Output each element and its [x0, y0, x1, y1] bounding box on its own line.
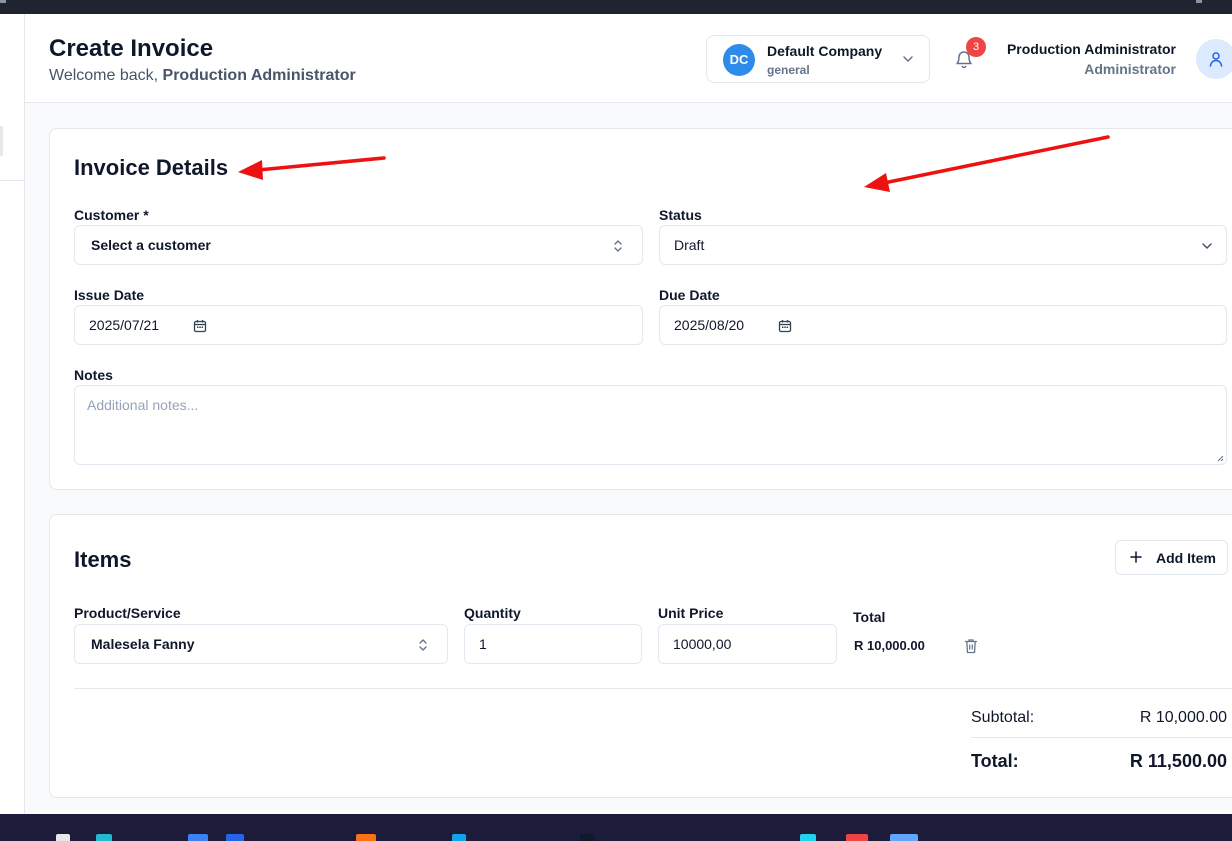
product-select[interactable]: Malesela Fanny: [74, 624, 448, 664]
quantity-value: 1: [479, 636, 487, 652]
plus-icon: [1130, 551, 1142, 563]
taskbar-app-icon[interactable]: [188, 834, 208, 841]
os-taskbar: [0, 814, 1232, 841]
taskbar-app-icon[interactable]: [96, 834, 112, 841]
total-value: R 11,500.00: [1129, 751, 1227, 771]
due-date-input[interactable]: 2025/08/20: [659, 305, 1227, 345]
notes-label: Notes: [74, 367, 113, 383]
unit-price-value: 10000,00: [673, 636, 732, 652]
status-label: Status: [659, 207, 702, 223]
col-quantity-header: Quantity: [464, 605, 521, 621]
chevron-up-down-icon: [419, 639, 427, 651]
taskbar-app-icon[interactable]: [226, 834, 244, 841]
page-header: Create Invoice Welcome back, Production …: [25, 14, 1232, 103]
company-subtitle: general: [767, 63, 810, 77]
taskbar-app-icon[interactable]: [846, 834, 868, 841]
items-card: Items Add Item Product/Service Quantity …: [49, 514, 1232, 798]
issue-date-input[interactable]: 2025/07/21: [74, 305, 643, 345]
invoice-details-title: Invoice Details: [74, 155, 229, 180]
summary-divider: [971, 737, 1232, 738]
notes-placeholder: Additional notes...: [87, 397, 199, 413]
customer-label: Customer *: [74, 207, 149, 223]
os-title-bar: [0, 0, 1232, 14]
taskbar-app-icon[interactable]: [56, 834, 70, 841]
items-title: Items: [74, 547, 132, 572]
company-name: Default Company: [767, 43, 883, 59]
welcome-user: Production Administrator: [162, 67, 356, 84]
add-item-button[interactable]: Add Item: [1115, 540, 1228, 575]
customer-select[interactable]: Select a customer: [74, 225, 643, 265]
invoice-details-card: Invoice Details Customer * Select a cust…: [49, 128, 1232, 490]
row-total-value: R 10,000.00: [854, 638, 925, 653]
os-titlebar-glyph: [1196, 0, 1202, 3]
add-item-label: Add Item: [1156, 550, 1216, 566]
status-select-value: Draft: [674, 237, 705, 253]
user-role: Administrator: [1084, 61, 1176, 77]
chevron-up-down-icon: [614, 240, 622, 252]
taskbar-app-icon[interactable]: [800, 834, 816, 841]
resize-grip-icon[interactable]: [1216, 454, 1224, 462]
calendar-icon[interactable]: [193, 319, 207, 333]
due-date-value: 2025/08/20: [674, 317, 745, 333]
sidebar-active-indicator[interactable]: [0, 126, 3, 156]
product-select-value: Malesela Fanny: [91, 636, 195, 652]
notification-badge: 3: [966, 37, 986, 57]
trash-icon[interactable]: [964, 638, 978, 654]
issue-date-value: 2025/07/21: [89, 317, 160, 333]
user-avatar[interactable]: [1196, 39, 1232, 79]
subtotal-label: Subtotal:: [971, 709, 1035, 726]
col-unit-price-header: Unit Price: [658, 605, 724, 621]
sidebar: [0, 14, 25, 814]
status-select[interactable]: Draft: [659, 225, 1227, 265]
due-date-label: Due Date: [659, 287, 720, 303]
page-title: Create Invoice: [49, 35, 214, 62]
user-icon: [1209, 52, 1223, 67]
customer-select-value: Select a customer: [91, 237, 211, 253]
total-label: Total:: [971, 751, 1019, 771]
notes-textarea[interactable]: Additional notes...: [74, 385, 1227, 465]
sidebar-divider: [0, 180, 25, 181]
company-switcher[interactable]: DC Default Company general: [706, 35, 930, 83]
company-avatar: DC: [723, 44, 755, 76]
summary-divider: [74, 688, 1232, 689]
os-titlebar-glyph: [0, 0, 6, 3]
subtotal-value: R 10,000.00: [1139, 709, 1227, 726]
col-total-header: Total: [853, 609, 886, 625]
unit-price-input[interactable]: 10000,00: [658, 624, 837, 664]
user-name: Production Administrator: [1006, 41, 1176, 57]
chevron-down-icon: [1202, 243, 1212, 249]
taskbar-app-icon[interactable]: [452, 834, 466, 841]
taskbar-app-icon[interactable]: [580, 834, 594, 841]
chevron-down-icon: [903, 56, 913, 62]
col-product-header: Product/Service: [74, 605, 181, 621]
issue-date-label: Issue Date: [74, 287, 145, 303]
welcome-prefix: Welcome back,: [49, 67, 163, 84]
calendar-icon[interactable]: [778, 319, 792, 333]
welcome-text: Welcome back, Production Administrator: [49, 67, 356, 85]
quantity-input[interactable]: 1: [464, 624, 642, 664]
taskbar-app-icon[interactable]: [356, 834, 376, 841]
taskbar-app-icon[interactable]: [890, 834, 918, 841]
app-window: Create Invoice Welcome back, Production …: [0, 14, 1232, 814]
